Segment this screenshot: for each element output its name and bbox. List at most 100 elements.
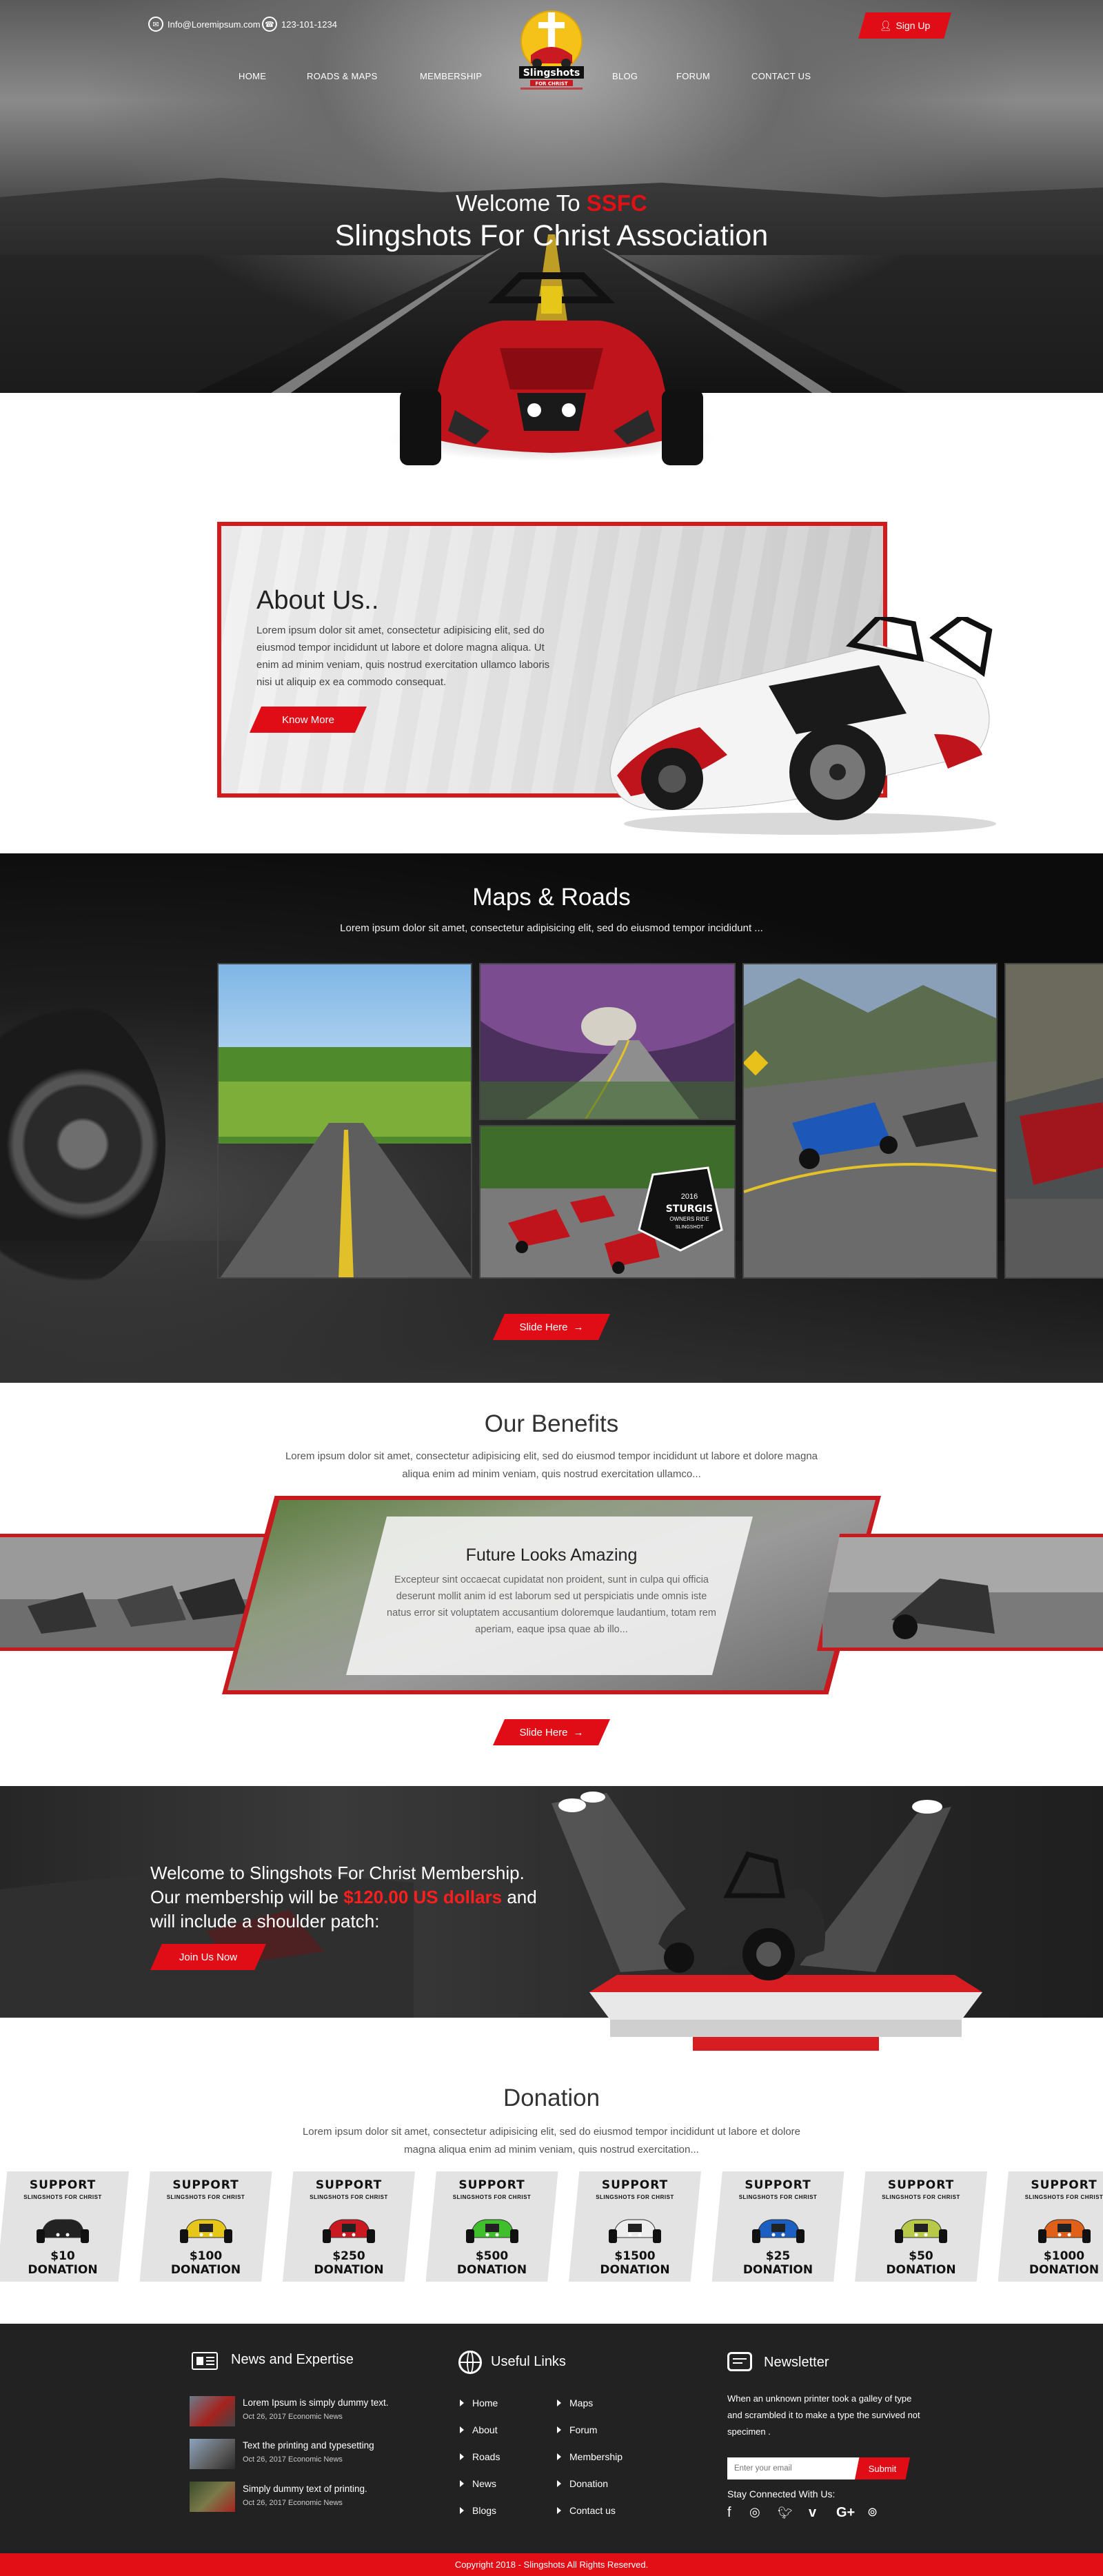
footer-link-contact-us[interactable]: Contact us <box>557 2505 616 2516</box>
map-tile-mountain-road[interactable] <box>742 963 998 1279</box>
footer-link-roads[interactable]: Roads <box>460 2451 500 2462</box>
map-tile-blurred-road[interactable] <box>217 963 472 1279</box>
map-tile-tunnel-road[interactable] <box>479 963 736 1120</box>
nav-blog[interactable]: BLOG <box>612 71 638 81</box>
benefits-slide-here-button[interactable]: Slide Here → <box>493 1719 610 1745</box>
newsletter-email-input[interactable] <box>727 2457 865 2479</box>
map-tile-sturgis-ride[interactable]: 2016 STURGIS OWNERS RIDE SLINGSHOT <box>479 1125 736 1279</box>
nav-contact-us[interactable]: CONTACT US <box>751 71 811 81</box>
donation-card-subtitle: SLINGSHOTS FOR CHRIST <box>166 2194 245 2200</box>
donation-amount: $250 DONATION <box>314 2249 384 2277</box>
footer-link-donation[interactable]: Donation <box>557 2478 608 2489</box>
donation-card-title: SUPPORT <box>315 2178 383 2192</box>
svg-text:Slingshots: Slingshots <box>523 68 580 79</box>
sturgis-badge-sub: OWNERS RIDE <box>669 1216 709 1222</box>
donation-car-icon <box>895 2219 947 2243</box>
newsletter-submit-button[interactable]: Submit <box>855 2457 910 2479</box>
join-us-now-button[interactable]: Join Us Now <box>150 1944 266 1970</box>
donation-card-subtitle: SLINGSHOTS FOR CHRIST <box>1024 2194 1103 2200</box>
donation-card-title: SUPPORT <box>601 2178 669 2192</box>
about-title: About Us.. <box>256 586 379 615</box>
donation-card-subtitle: SLINGSHOTS FOR CHRIST <box>23 2194 102 2200</box>
donation-car-icon <box>323 2219 375 2243</box>
donation-amount: $1500 DONATION <box>600 2249 670 2277</box>
facebook-icon[interactable]: f <box>727 2505 731 2521</box>
donation-amount: $10 DONATION <box>28 2249 98 2277</box>
donation-card-subtitle: SLINGSHOTS FOR CHRIST <box>882 2194 960 2200</box>
benefit-card-text: Excepteur sint occaecat cupidatat non pr… <box>387 1574 716 1635</box>
news-item-title-3[interactable]: Simply dummy text of printing. <box>243 2484 367 2494</box>
site-logo[interactable]: Slingshots FOR CHRIST <box>507 6 596 95</box>
donation-card[interactable]: SUPPORT SLINGSHOTS FOR CHRIST $500 DONATION <box>425 2171 558 2282</box>
maps-subtitle: Lorem ipsum dolor sit amet, consectetur … <box>340 922 763 934</box>
copyright-bar: Copyright 2018 - Slingshots All Rights R… <box>0 2553 1103 2576</box>
footer-link-news[interactable]: News <box>460 2478 496 2489</box>
twitter-icon[interactable]: 🐦︎ <box>778 2506 793 2520</box>
about-car-image <box>609 617 996 835</box>
chat-bubble-icon <box>727 2352 752 2371</box>
know-more-button[interactable]: Know More <box>250 707 367 733</box>
google-plus-icon[interactable]: G+ <box>836 2505 855 2521</box>
donation-card[interactable]: SUPPORT SLINGSHOTS FOR CHRIST $25 DONATION <box>711 2171 844 2282</box>
donation-card[interactable]: SUPPORT SLINGSHOTS FOR CHRIST $1500 DONATIO… <box>569 2171 701 2282</box>
map-tile-partial[interactable] <box>1004 963 1103 1279</box>
donation-card-title: SUPPORT <box>172 2178 239 2192</box>
hero-welcome: Welcome To SSFC <box>456 190 647 216</box>
topbar-email[interactable]: ✉ Info@Loremipsum.com <box>148 17 261 32</box>
news-item-title-2[interactable]: Text the printing and typesetting <box>243 2440 374 2451</box>
sturgis-badge-title: STURGIS <box>665 1204 714 1215</box>
donation-card-title: SUPPORT <box>458 2178 525 2192</box>
donation-car-icon <box>751 2219 805 2243</box>
donation-card[interactable]: SUPPORT SLINGSHOTS FOR CHRIST $50 DONATION <box>855 2171 987 2282</box>
donation-card[interactable]: SUPPORT SLINGSHOTS FOR CHRIST $1000 DONATIO… <box>998 2171 1103 2282</box>
newsletter-text: When an unknown printer took a galley of… <box>727 2393 920 2437</box>
sign-up-button[interactable]: 👤︎ Sign Up <box>858 12 951 39</box>
maps-title: Maps & Roads <box>472 884 631 911</box>
footer-link-blogs[interactable]: Blogs <box>460 2505 496 2516</box>
vimeo-icon[interactable]: v <box>809 2505 816 2521</box>
donation-card-title: SUPPORT <box>29 2178 97 2192</box>
newspaper-icon <box>192 2352 218 2370</box>
donation-card-subtitle: SLINGSHOTS FOR CHRIST <box>738 2194 818 2200</box>
benefit-card-title: Future Looks Amazing <box>465 1545 638 1565</box>
sturgis-badge-brand: SLINGSHOT <box>675 1225 704 1230</box>
footer-link-home[interactable]: Home <box>460 2397 498 2408</box>
nav-forum[interactable]: FORUM <box>676 71 710 81</box>
svg-text:FOR CHRIST: FOR CHRIST <box>535 81 568 87</box>
news-thumb-1[interactable] <box>190 2396 235 2426</box>
nav-roads-maps[interactable]: ROADS & MAPS <box>307 71 378 81</box>
rss-icon[interactable]: ⊚ <box>867 2505 878 2519</box>
phone-icon: ☎ <box>262 17 277 32</box>
donation-card-title: SUPPORT <box>887 2178 955 2192</box>
topbar-phone[interactable]: ☎ 123-101-1234 <box>262 17 337 32</box>
donation-card[interactable]: SUPPORT SLINGSHOTS FOR CHRIST $100 DONATION <box>139 2171 272 2282</box>
instagram-icon[interactable]: ◎ <box>749 2505 760 2519</box>
donation-amount: $500 DONATION <box>456 2249 527 2277</box>
nav-membership[interactable]: MEMBERSHIP <box>420 71 482 81</box>
envelope-icon: ✉ <box>148 17 163 32</box>
donation-car-icon <box>37 2219 89 2243</box>
membership-car-image <box>658 1851 825 1980</box>
stay-connected-label: Stay Connected With Us: <box>727 2488 836 2499</box>
newsletter-title: Newsletter <box>764 2355 829 2370</box>
footer-link-maps[interactable]: Maps <box>557 2397 593 2408</box>
donation-card[interactable]: SUPPORT SLINGSHOTS FOR CHRIST $10 DONATION <box>0 2171 129 2282</box>
news-item-date-2: Oct 26, 2017 Economic News <box>243 2455 343 2464</box>
footer-link-about[interactable]: About <box>460 2424 498 2435</box>
donation-card-title: SUPPORT <box>1031 2178 1097 2192</box>
donation-card[interactable]: SUPPORT SLINGSHOTS FOR CHRIST $250 DONATION <box>283 2171 415 2282</box>
user-icon: 👤︎ <box>879 19 892 31</box>
donation-car-icon <box>465 2219 518 2243</box>
donation-amount: $50 DONATION <box>886 2249 956 2277</box>
news-item-title-1[interactable]: Lorem Ipsum is simply dummy text. <box>243 2397 389 2408</box>
nav-home[interactable]: HOME <box>239 71 266 81</box>
maps-slide-here-button[interactable]: Slide Here → <box>493 1314 610 1340</box>
news-item-date-1: Oct 26, 2017 Economic News <box>243 2413 343 2421</box>
donation-amount: $1000 DONATION <box>1029 2249 1100 2277</box>
news-thumb-3[interactable] <box>190 2482 235 2512</box>
news-thumb-2[interactable] <box>190 2439 235 2469</box>
benefit-card-right[interactable] <box>817 1534 1103 1651</box>
footer-link-membership[interactable]: Membership <box>557 2451 623 2462</box>
footer-link-forum[interactable]: Forum <box>557 2424 597 2435</box>
donation-car-icon <box>1038 2219 1091 2243</box>
